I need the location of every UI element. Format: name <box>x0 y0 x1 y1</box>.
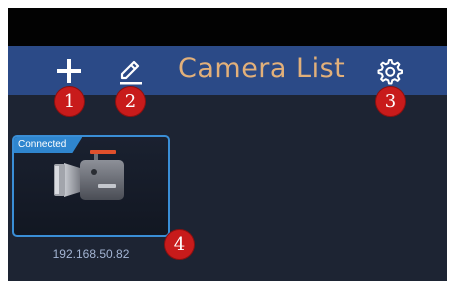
add-camera-button[interactable] <box>52 54 86 88</box>
edit-button[interactable] <box>113 54 147 88</box>
callout-badge-3: 3 <box>376 87 405 116</box>
gear-icon <box>377 59 403 85</box>
status-bar <box>8 8 447 46</box>
camera-ip-address: 192.168.50.82 <box>52 247 130 261</box>
settings-button[interactable] <box>372 54 406 88</box>
callout-badge-4: 4 <box>165 230 194 259</box>
plus-icon <box>57 59 81 83</box>
page-title: Camera List <box>178 53 346 84</box>
callout-badge-2: 2 <box>116 87 145 116</box>
video-camera-icon <box>54 150 124 200</box>
app-screen: Camera List Connected 192.168.50.82 1 2 … <box>8 8 447 281</box>
callout-badge-1: 1 <box>55 87 84 116</box>
pencil-icon <box>120 60 142 85</box>
camera-card[interactable]: Connected <box>12 135 170 237</box>
